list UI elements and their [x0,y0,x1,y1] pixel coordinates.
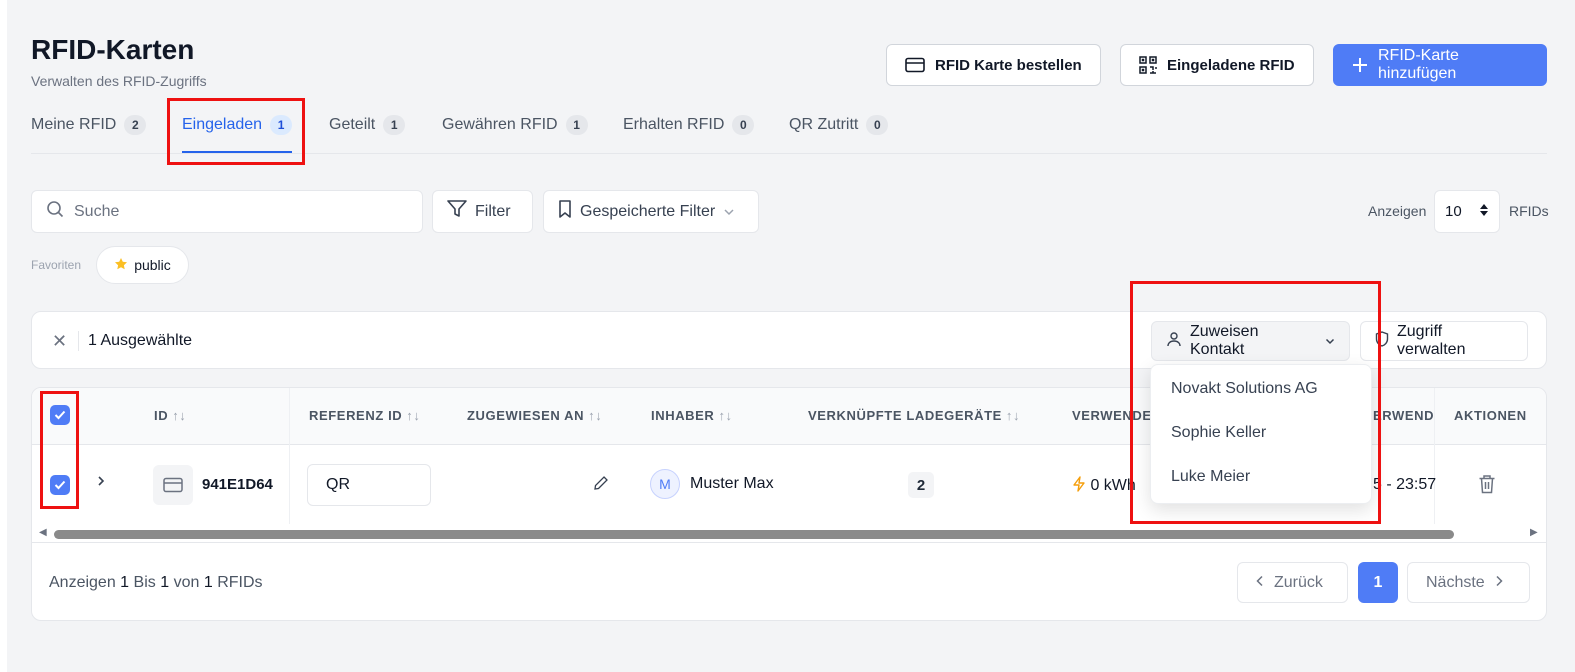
tab-count-badge: 1 [565,115,588,135]
favorites-label: Favoriten [31,258,82,272]
search-box[interactable] [31,190,423,233]
edit-pencil-icon[interactable] [593,475,609,496]
manage-access-button[interactable]: Zugriff verwalten [1360,321,1528,361]
sort-icon: ↑↓ [406,408,421,423]
tab-label: Erhalten RFID [623,116,725,133]
owner-name: Muster Max [690,475,774,492]
annotation-highlight-assign-contact [1130,281,1381,524]
selected-count: 1 Ausgewählte [88,332,193,349]
filter-icon [447,200,467,223]
card-icon [905,57,925,73]
previous-page-label: Zurück [1274,573,1323,591]
tab-shared[interactable]: Geteilt 1 [329,115,406,135]
page-size-label: Anzeigen [1368,203,1427,219]
chevron-down-icon [723,203,735,221]
column-header-reference-id[interactable]: REFERENZ ID ↑↓ [309,408,420,423]
energy-usage: 0 kWh [1072,476,1136,495]
annotation-highlight-invited-tab [167,98,305,165]
favorite-chip-label: public [134,257,171,273]
usage-time: 5 - 23:57 [1373,476,1437,493]
tab-label: Geteilt [329,116,376,133]
star-icon [114,257,128,274]
avatar: M [650,469,680,499]
add-rfid-card-button[interactable]: RFID-Karte hinzufügen [1333,44,1547,86]
saved-filters-label: Gespeicherte Filter [580,202,716,220]
sort-icon: ↑↓ [1005,408,1021,423]
previous-page-button[interactable]: Zurück [1237,562,1348,603]
trash-icon[interactable] [1478,474,1496,499]
column-header-usage-time[interactable]: ERWEND [1373,408,1434,423]
qr-code-icon [1139,56,1157,74]
page-title: RFID-Karten [31,34,195,65]
chevron-left-icon [1256,574,1264,592]
sort-icon: ↑↓ [588,408,603,423]
page-subtitle: Verwalten des RFID-Zugriffs [31,73,207,89]
column-header-linked-chargers[interactable]: VERKNÜPFTE LADEGERÄTE ↑↓ [808,408,1020,423]
scroll-left-arrow-icon[interactable]: ◀ [39,527,47,538]
invited-rfid-button[interactable]: Eingeladene RFID [1120,44,1314,86]
filter-label: Filter [475,202,511,220]
sort-updown-icon [1479,203,1489,221]
rfid-id: 941E1D64 [202,476,273,493]
linked-chargers-count[interactable]: 2 [908,472,934,498]
tab-my-rfid[interactable]: Meine RFID 2 [31,115,147,135]
favorite-filter-chip[interactable]: public [96,246,189,284]
invited-rfid-label: Eingeladene RFID [1167,56,1295,74]
column-header-id[interactable]: ID ↑↓ [154,408,186,423]
sort-icon: ↑↓ [718,408,733,423]
tab-label: Meine RFID [31,116,117,133]
pagination-summary: Anzeigen 1 Bis 1 von 1 RFIDs [49,574,263,591]
tab-count-badge: 2 [124,115,147,135]
card-icon [153,465,193,505]
filter-button[interactable]: Filter [432,190,533,233]
search-icon [46,200,64,223]
search-input[interactable] [74,202,394,221]
bolt-icon [1073,476,1085,492]
column-header-assigned-to[interactable]: ZUGEWIESEN AN ↑↓ [467,408,602,423]
current-page-button[interactable]: 1 [1358,562,1398,603]
annotation-highlight-checkboxes [40,391,79,509]
column-header-owner[interactable]: INHABER ↑↓ [651,408,733,423]
tab-qr-access[interactable]: QR Zutritt 0 [789,115,889,135]
tab-count-badge: 0 [732,115,755,135]
close-icon[interactable]: ✕ [52,332,67,350]
left-edge-strip [0,0,7,672]
tab-label: QR Zutritt [789,116,859,133]
reference-id-field[interactable]: QR [307,464,431,506]
tab-label: Gewähren RFID [442,116,558,133]
order-rfid-card-label: RFID Karte bestellen [935,56,1082,74]
scrollbar-thumb[interactable] [54,530,1454,539]
tab-count-badge: 1 [383,115,406,135]
next-page-button[interactable]: Nächste [1407,562,1530,603]
column-header-actions: AKTIONEN [1454,408,1527,423]
page-size-unit: RFIDs [1509,203,1549,219]
add-rfid-card-label: RFID-Karte hinzufügen [1378,47,1459,82]
column-divider [1434,388,1435,524]
next-page-label: Nächste [1426,573,1485,591]
horizontal-scrollbar[interactable]: ◀ ▶ [32,525,1546,543]
sort-icon: ↑↓ [172,408,187,423]
tab-grant-rfid[interactable]: Gewähren RFID 1 [442,115,588,135]
tab-count-badge: 0 [866,115,889,135]
saved-filters-dropdown[interactable]: Gespeicherte Filter [543,190,759,233]
chevron-right-icon [1495,574,1503,592]
tab-received-rfid[interactable]: Erhalten RFID 0 [623,115,755,135]
order-rfid-card-button[interactable]: RFID Karte bestellen [886,44,1101,86]
column-divider [289,388,290,524]
page-size-select[interactable]: 10 [1434,190,1500,233]
bookmark-icon [558,200,572,223]
divider [78,331,79,351]
manage-access-label: Zugriff verwalten [1397,323,1466,358]
scroll-right-arrow-icon[interactable]: ▶ [1530,527,1538,538]
expand-row-icon[interactable] [96,474,106,493]
plus-icon [1352,57,1368,73]
page-size-value: 10 [1445,203,1462,220]
